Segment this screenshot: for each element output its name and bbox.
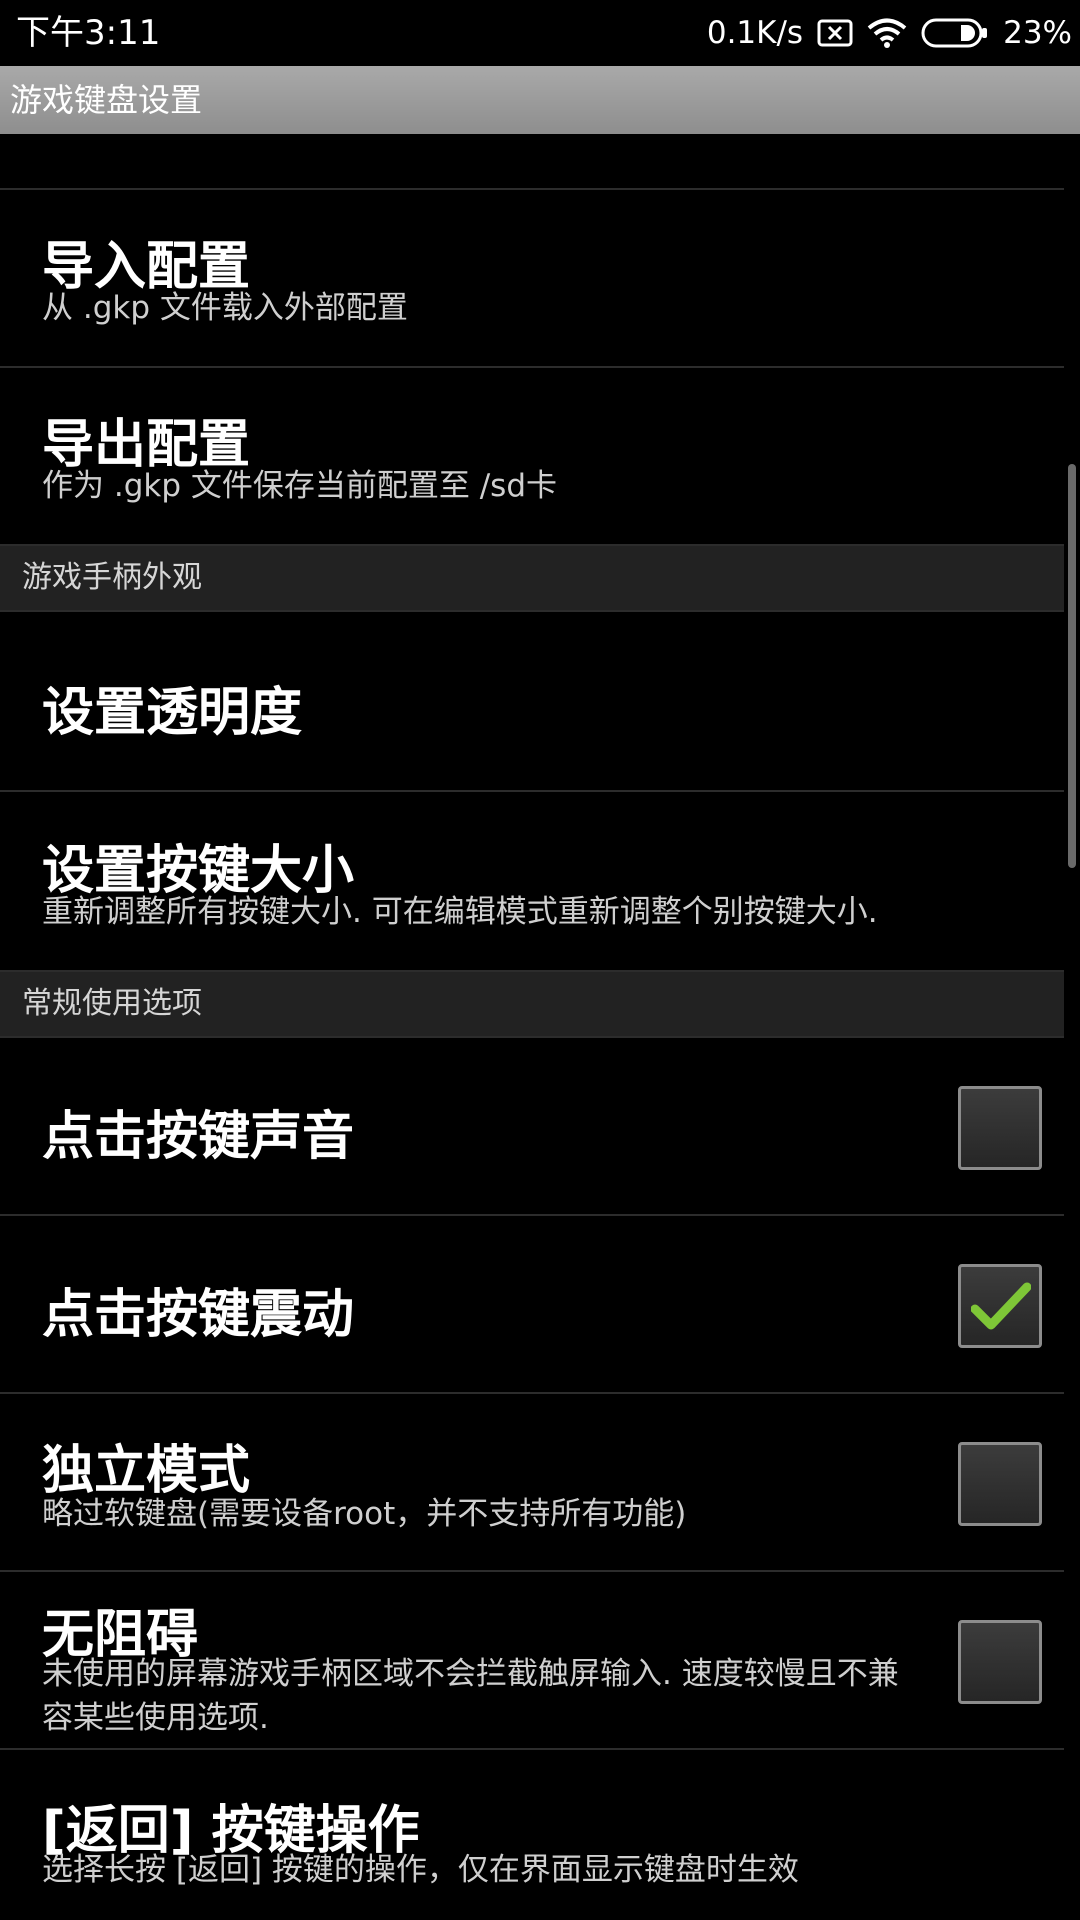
status-time: 下午3:11: [16, 13, 161, 53]
section-header-general: 常规使用选项: [0, 970, 1064, 1036]
standalone-mode-checkbox[interactable]: [958, 1442, 1042, 1526]
item-summary: 略过软键盘(需要设备root，并不支持所有功能): [42, 1496, 687, 1532]
list-item-back-key-action[interactable]: [返回] 按键操作 选择长按 [返回] 按键的操作，仅在界面显示键盘时生效: [0, 1748, 1064, 1920]
section-header-appearance: 游戏手柄外观: [0, 544, 1064, 610]
item-summary: 从 .gkp 文件载入外部配置: [42, 290, 408, 326]
list-item-import-config[interactable]: 导入配置 从 .gkp 文件载入外部配置: [0, 188, 1064, 366]
key-sound-checkbox[interactable]: [958, 1086, 1042, 1170]
sim-disabled-icon: [817, 19, 853, 47]
list-item-accessible[interactable]: 无阻碍 未使用的屏幕游戏手柄区域不会拦截触屏输入. 速度较慢且不兼容某些使用选项…: [0, 1570, 1064, 1748]
battery-percent: 23%: [1003, 15, 1072, 51]
list-item-key-size[interactable]: 设置按键大小 重新调整所有按键大小. 可在编辑模式重新调整个别按键大小.: [0, 790, 1064, 970]
item-summary: 作为 .gkp 文件保存当前配置至 /sd卡: [42, 468, 557, 504]
wifi-icon: [867, 18, 907, 48]
status-bar: 下午3:11 0.1K/s 23%: [0, 0, 1080, 66]
list-item-standalone-mode[interactable]: 独立模式 略过软键盘(需要设备root，并不支持所有功能): [0, 1392, 1064, 1570]
item-summary: 未使用的屏幕游戏手柄区域不会拦截触屏输入. 速度较慢且不兼容某些使用选项.: [42, 1656, 899, 1736]
status-right: 0.1K/s 23%: [707, 10, 1072, 56]
title-bar: 游戏键盘设置: [0, 66, 1080, 134]
list-item-export-config[interactable]: 导出配置 作为 .gkp 文件保存当前配置至 /sd卡: [0, 366, 1064, 544]
item-title: 点击按键震动: [42, 1285, 355, 1345]
item-summary: 选择长按 [返回] 按键的操作，仅在界面显示键盘时生效: [42, 1852, 799, 1888]
list-item-partial[interactable]: [0, 134, 1064, 188]
battery-icon: [921, 18, 988, 48]
network-speed: 0.1K/s: [706, 15, 804, 51]
list-item-key-vibrate[interactable]: 点击按键震动: [0, 1214, 1064, 1392]
item-title: 设置透明度: [42, 683, 303, 743]
page-title: 游戏键盘设置: [10, 81, 203, 119]
list-item-opacity[interactable]: 设置透明度: [0, 610, 1064, 790]
item-title: 点击按键声音: [42, 1107, 355, 1167]
section-title: 常规使用选项: [22, 986, 202, 1021]
list-item-key-sound[interactable]: 点击按键声音: [0, 1036, 1064, 1214]
accessible-checkbox[interactable]: [958, 1620, 1042, 1704]
item-summary: 重新调整所有按键大小. 可在编辑模式重新调整个别按键大小.: [42, 894, 878, 930]
section-title: 游戏手柄外观: [22, 560, 202, 595]
checkmark-icon: [971, 1282, 1031, 1330]
scrollbar[interactable]: [1068, 464, 1076, 868]
key-vibrate-checkbox[interactable]: [958, 1264, 1042, 1348]
